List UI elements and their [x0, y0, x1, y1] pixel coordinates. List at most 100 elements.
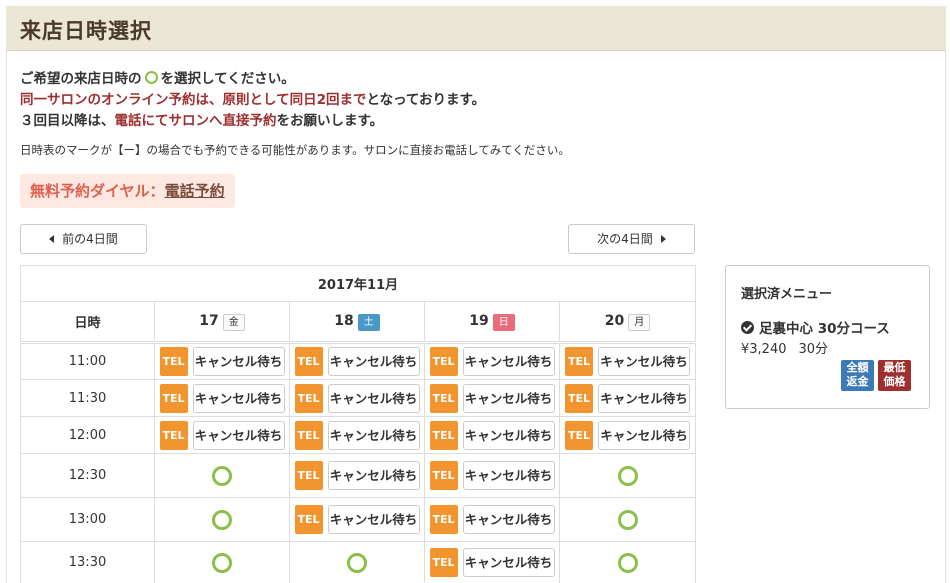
- table-row: 13:30 TEL キャンセル待ち: [20, 541, 697, 583]
- cancel-wait-button[interactable]: キャンセル待ち: [598, 420, 691, 450]
- available-slot-icon[interactable]: [212, 552, 232, 573]
- lowest-price-badge: 最低 価格: [878, 360, 911, 391]
- slot-actions: TEL キャンセル待ち: [560, 347, 695, 376]
- slot-cell: TEL キャンセル待ち: [424, 453, 560, 498]
- full-refund-badge: 全額 返金: [841, 360, 874, 391]
- time-slot-label: 11:00: [20, 342, 155, 380]
- caret-right-icon: [660, 235, 666, 243]
- slot-actions: TEL キャンセル待ち: [425, 505, 559, 534]
- cancel-wait-button[interactable]: キャンセル待ち: [192, 420, 285, 450]
- cancel-wait-button[interactable]: キャンセル待ち: [462, 347, 555, 376]
- cancel-wait-button[interactable]: キャンセル待ち: [327, 505, 420, 534]
- available-slot-icon[interactable]: [212, 465, 232, 486]
- weekday-badge: 土: [357, 313, 380, 331]
- available-slot-icon[interactable]: [617, 552, 638, 573]
- tel-badge[interactable]: TEL: [159, 347, 188, 376]
- tel-badge[interactable]: TEL: [159, 420, 188, 450]
- tel-badge[interactable]: TEL: [565, 420, 594, 450]
- cancel-wait-button[interactable]: キャンセル待ち: [462, 383, 555, 413]
- phone-reserve-link[interactable]: 電話予約: [165, 182, 225, 200]
- tel-badge[interactable]: TEL: [159, 383, 188, 413]
- weekday-badge: 月: [628, 313, 651, 331]
- slot-cell: TEL キャンセル待ち: [424, 416, 560, 454]
- tel-badge[interactable]: TEL: [429, 548, 458, 577]
- time-slot-label: 12:00: [20, 416, 155, 454]
- intro-line-1-b: を選択してください。: [160, 71, 295, 87]
- cancel-wait-button[interactable]: キャンセル待ち: [462, 548, 555, 577]
- intro-line-1-a: ご希望の来店日時の: [20, 71, 142, 87]
- slot-cell: TEL キャンセル待ち: [558, 379, 697, 417]
- tel-badge[interactable]: TEL: [429, 461, 458, 490]
- selected-course: 足裏中心 30分コース: [741, 317, 890, 337]
- day-number: 18: [334, 312, 354, 329]
- cancel-wait-button[interactable]: キャンセル待ち: [598, 383, 691, 413]
- intro-line-3-a: ３回目以降は、: [20, 113, 115, 129]
- cancel-wait-button[interactable]: キャンセル待ち: [462, 461, 555, 490]
- caret-left-icon: [49, 235, 55, 243]
- slot-cell: TEL キャンセル待ち: [289, 416, 425, 454]
- cancel-wait-button[interactable]: キャンセル待ち: [462, 505, 555, 534]
- tel-badge[interactable]: TEL: [429, 347, 458, 376]
- tel-badge[interactable]: TEL: [294, 420, 323, 450]
- available-slot-icon[interactable]: [212, 509, 232, 530]
- available-slot-icon[interactable]: [347, 552, 367, 573]
- cancel-wait-button[interactable]: キャンセル待ち: [327, 347, 420, 376]
- day-header-20: 20 月: [558, 301, 697, 344]
- cancel-wait-button[interactable]: キャンセル待ち: [327, 420, 420, 450]
- table-row: 12:30 TEL キャンセル待ち TEL キャンセル待ち: [20, 453, 697, 498]
- slot-cell: TEL キャンセル待ち: [289, 379, 425, 417]
- cancel-wait-button[interactable]: キャンセル待ち: [462, 420, 555, 450]
- available-slot-icon[interactable]: [617, 509, 638, 530]
- tel-badge[interactable]: TEL: [565, 383, 594, 413]
- slot-actions: TEL キャンセル待ち: [560, 420, 695, 450]
- free-dial-box: 無料予約ダイヤル：電話予約: [20, 174, 235, 208]
- time-slot-label: 11:30: [20, 379, 155, 417]
- cancel-wait-button[interactable]: キャンセル待ち: [192, 347, 285, 376]
- tel-badge[interactable]: TEL: [294, 461, 323, 490]
- selected-menu-title: 選択済メニュー: [741, 287, 833, 302]
- slot-actions: TEL キャンセル待ち: [155, 383, 289, 413]
- page-title: 来店日時選択: [20, 19, 152, 43]
- tel-badge[interactable]: TEL: [294, 505, 323, 534]
- tel-badge[interactable]: TEL: [294, 383, 323, 413]
- next-4days-button[interactable]: 次の4日間: [568, 224, 695, 254]
- cancel-wait-button[interactable]: キャンセル待ち: [327, 383, 420, 413]
- slot-cell: TEL キャンセル待ち: [154, 416, 290, 454]
- month-label: 2017年11月: [19, 265, 697, 302]
- cancel-wait-button[interactable]: キャンセル待ち: [192, 383, 285, 413]
- slot-cell: TEL キャンセル待ち: [558, 342, 697, 380]
- check-circle-icon: [741, 320, 754, 334]
- tel-badge[interactable]: TEL: [429, 383, 458, 413]
- schedule-table: 2017年11月 日時 17 金 18 土 19 日 20 月 11:00 TEL キャンセル待ち…: [19, 265, 697, 583]
- intro-text: ご希望の来店日時の を選択してください。 同一サロンのオンライン予約は、原則として…: [20, 69, 485, 132]
- available-circle-icon: [144, 71, 158, 84]
- page-header: 来店日時選択: [6, 6, 946, 51]
- time-slot-label: 13:00: [20, 497, 155, 542]
- cancel-wait-button[interactable]: キャンセル待ち: [327, 461, 420, 490]
- slot-actions: TEL キャンセル待ち: [155, 347, 289, 376]
- course-name: 足裏中心 30分コース: [759, 321, 890, 337]
- slot-cell: TEL キャンセル待ち: [289, 342, 425, 380]
- full-refund-badge-text: 全額 返金: [846, 361, 869, 388]
- slot-actions: TEL キャンセル待ち: [290, 383, 424, 413]
- slot-cell: [558, 541, 697, 583]
- tel-badge[interactable]: TEL: [429, 505, 458, 534]
- slot-cell: [154, 541, 290, 583]
- intro-line-3: ３回目以降は、電話にてサロンへ直接予約をお願いします。: [20, 111, 485, 132]
- tel-badge[interactable]: TEL: [429, 420, 458, 450]
- slot-actions: TEL キャンセル待ち: [425, 420, 559, 450]
- slot-actions: TEL キャンセル待ち: [155, 420, 289, 450]
- tel-badge[interactable]: TEL: [565, 347, 594, 376]
- day-header-19: 19 日: [424, 301, 560, 344]
- available-slot-icon[interactable]: [617, 465, 638, 486]
- slot-cell: TEL キャンセル待ち: [558, 416, 697, 454]
- prev-4days-button[interactable]: 前の4日間: [20, 224, 147, 254]
- slot-actions: TEL キャンセル待ち: [425, 347, 559, 376]
- free-dial-label: 無料予約ダイヤル：: [30, 182, 165, 200]
- cancel-wait-button[interactable]: キャンセル待ち: [598, 347, 691, 376]
- time-column-header: 日時: [20, 301, 155, 344]
- table-row: 11:00 TEL キャンセル待ち TEL キャンセル待ち TEL キャンセル待ち TEL キャ…: [20, 342, 697, 380]
- tel-badge[interactable]: TEL: [294, 347, 323, 376]
- intro-line-3-c: をお願いします。: [276, 113, 384, 129]
- day-number: 20: [604, 312, 625, 329]
